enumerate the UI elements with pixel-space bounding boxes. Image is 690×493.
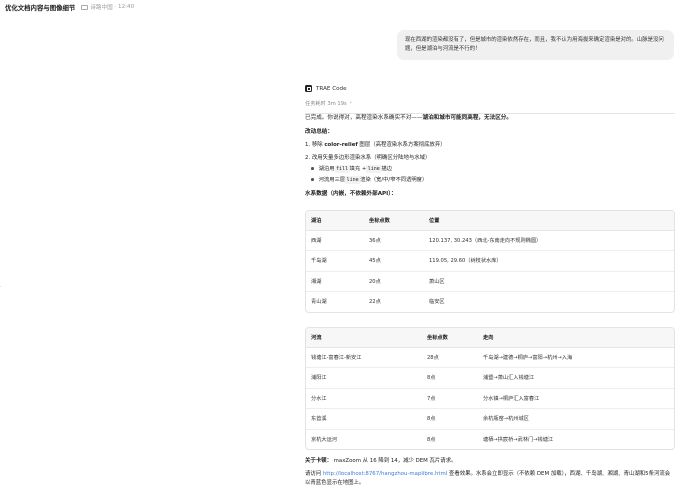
table-cell: 28点	[422, 347, 478, 369]
conversation-title: 优化文档内容与图像细节	[5, 3, 76, 12]
table-cell: 千岛湖→建德→桐庐→富阳→杭州→入海	[478, 347, 674, 369]
sub1-b: 填充 +	[349, 165, 367, 172]
lag-note-bold: 关于卡顿：	[305, 458, 332, 465]
rivers-table: 河流 坐标点数 走向 钱塘江-富春江-新安江 28点 千岛湖→建德→桐庐→富阳→杭州…	[305, 326, 675, 451]
table-cell: 萧山区	[424, 271, 674, 293]
sub-item-2: 河流用三层 line 渲染（宽/中/窄不同透明度）	[311, 175, 675, 184]
table-cell: 36点	[364, 230, 424, 252]
table-cell: 钱塘江-富春江-新安江	[306, 347, 422, 369]
code-fill: fill	[334, 164, 350, 173]
trae-logo-icon	[305, 85, 312, 92]
rivers-header-direction: 走向	[478, 327, 674, 348]
user-message-bubble: 现在西湖的渲染都没有了，但是城市的渲染依然存在，而且，我不认为用海拔来确定渲染是…	[397, 30, 674, 60]
table-cell: 分水江	[306, 388, 422, 410]
table-cell: 浦阳江	[306, 367, 422, 389]
conversation-time: 12:40	[118, 4, 135, 10]
table-row: 青山湖 22点 临安区	[306, 292, 674, 312]
change-item-1: 1. 移除 color-relief 图层（高程渲染水系方案彻底放弃）	[305, 141, 675, 149]
task-duration: 任务耗时 3m 19s	[305, 100, 347, 107]
top-bar: 优化文档内容与图像细节 诗路中国 · 12:40	[0, 0, 690, 14]
sub1-a: 湖泊用	[318, 165, 335, 172]
table-cell: 湘湖	[306, 271, 364, 293]
table-row: 东苕溪 8点 余杭瓶窑→杭州城区	[306, 408, 674, 430]
lakes-header-name: 湖泊	[306, 210, 364, 231]
table-cell: 东苕溪	[306, 408, 422, 430]
lakes-header-location: 位置	[424, 210, 674, 231]
lag-note-text: maxZoom 从 16 降到 14，减少 DEM 瓦片请求。	[331, 458, 457, 465]
bullet-icon	[311, 167, 314, 170]
folder-icon	[81, 4, 89, 10]
table-row: 分水江 7点 分水镇→桐庐汇入富春江	[306, 388, 674, 410]
changes-title: 改动总结：	[305, 128, 333, 135]
change1-suffix: 图层（高程渲染水系方案彻底放弃）	[357, 141, 446, 148]
table-cell: 分水镇→桐庐汇入富春江	[478, 388, 674, 410]
table-row: 千岛湖 45点 119.05, 29.60（树枝状水库）	[306, 250, 674, 272]
rivers-header-points: 坐标点数	[422, 327, 478, 348]
data-title: 水系数据（内嵌，不依赖外部API）：	[305, 190, 397, 197]
bullet-icon	[311, 178, 314, 181]
table-row: 钱塘江-富春江-新安江 28点 千岛湖→建德→桐庐→富阳→杭州→入海	[306, 347, 674, 369]
table-cell: 西湖	[306, 230, 364, 252]
intro-text: 已完成。你说得对，高程渲染水系确实不对——湖泊和城市可能同高程，无法区分。	[305, 114, 675, 122]
table-cell: 青山湖	[311, 299, 327, 306]
chevron-right-icon: ›	[349, 100, 352, 106]
visit-prefix: 请访问	[305, 471, 323, 478]
table-cell: 临安区	[429, 299, 445, 306]
rivers-header-name: 河流	[306, 327, 422, 348]
table-row: 西湖 36点 120.137, 30.243（西北-东南走向不规则椭圆）	[306, 230, 674, 252]
table-cell: 塘栖→拱宸桥→武林门→钱塘江	[483, 436, 554, 443]
workspace-name[interactable]: 诗路中国	[90, 3, 112, 11]
table-row: 湘湖 20点 萧山区	[306, 271, 674, 293]
user-message-text: 现在西湖的渲染都没有了，但是城市的渲染依然存在，而且，我不认为用海拔来确定渲染是…	[405, 37, 664, 52]
conversation-meta: 诗路中国 · 12:40	[81, 3, 134, 11]
side-mark: ․	[0, 283, 2, 289]
table-cell: 京杭大运河	[311, 436, 337, 443]
sub2-a: 河流用三层	[318, 176, 346, 183]
lag-note: 关于卡顿： maxZoom 从 16 降到 14，减少 DEM 瓦片请求。	[305, 457, 675, 465]
visit-text: 请访问 http://localhost:8767/hangzhou-mapli…	[305, 470, 675, 488]
lakes-header-points: 坐标点数	[364, 210, 424, 231]
table-cell: 7点	[422, 388, 478, 410]
table-cell: 20点	[364, 271, 424, 293]
table-cell: 22点	[369, 299, 381, 306]
table-cell: 浦暨→萧山汇入钱塘江	[478, 367, 674, 389]
table-cell: 119.05, 29.60（树枝状水库）	[424, 250, 674, 272]
preview-link[interactable]: http://localhost:8767/hangzhou-maplibre.…	[323, 471, 447, 477]
table-cell: 8点	[422, 367, 478, 389]
table-cell: 千岛湖	[306, 250, 364, 272]
change-item-2: 2. 改用矢量多边形渲染水系（明确区分陆地与水域）	[305, 154, 431, 161]
intro-bold: 湖泊和城市可能同高程，无法区分。	[422, 114, 512, 121]
sub-item-1: 湖泊用 fill 填充 + line 描边	[311, 164, 675, 173]
change1-prefix: 1. 移除	[305, 141, 325, 148]
agent-header: TRAE Code	[305, 84, 675, 93]
table-cell: 45点	[364, 250, 424, 272]
sub2-b: 渲染（宽/中/窄不同透明度）	[360, 176, 428, 183]
task-duration-toggle[interactable]: 任务耗时 3m 19s ›	[305, 99, 675, 107]
code-line: line	[366, 164, 382, 173]
table-cell: 余杭瓶窑→杭州城区	[478, 408, 674, 430]
assistant-message: TRAE Code 任务耗时 3m 19s › 已完成。你说得对，高程渲染水系确…	[305, 84, 675, 488]
table-cell: 8点	[422, 408, 478, 430]
change1-bold: color-relief	[324, 141, 358, 148]
table-row: 京杭大运河 8点 塘栖→拱宸桥→武林门→钱塘江	[306, 429, 674, 449]
intro-plain: 已完成。你说得对，高程渲染水系确实不对——	[305, 114, 423, 121]
agent-name: TRAE Code	[316, 85, 347, 92]
code-line: line	[345, 175, 361, 184]
table-row: 浦阳江 8点 浦暨→萧山汇入钱塘江	[306, 367, 674, 389]
lakes-table: 湖泊 坐标点数 位置 西湖 36点 120.137, 30.243（西北-东南走向不…	[305, 209, 675, 313]
table-cell: 120.137, 30.243（西北-东南走向不规则椭圆）	[424, 230, 674, 252]
table-cell: 8点	[427, 436, 436, 443]
sub1-c: 描边	[381, 165, 392, 172]
